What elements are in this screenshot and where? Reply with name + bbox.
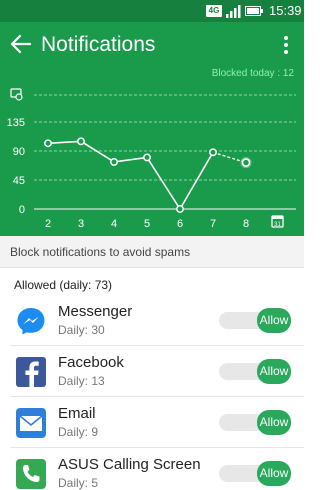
- x-tick-label: 4: [111, 218, 117, 230]
- app-row-email[interactable]: Email Daily: 9 Allow: [0, 397, 304, 448]
- x-tick-label: 7: [210, 218, 216, 230]
- messenger-icon: [17, 308, 45, 335]
- data-point: [77, 137, 85, 146]
- battery-icon: [245, 6, 263, 16]
- app-daily-count: Daily: 9: [58, 425, 99, 439]
- x-tick-label: 5: [144, 218, 150, 230]
- email-icon: [16, 408, 46, 438]
- allow-toggle[interactable]: Allow: [219, 359, 291, 384]
- banner-text: Block notifications to avoid spams: [10, 245, 191, 259]
- data-point: [110, 158, 118, 166]
- x-tick-label: 6: [177, 218, 183, 230]
- app-daily-count: Daily: 5: [58, 476, 99, 490]
- chart-series-points: [44, 137, 252, 213]
- notifications-line-chart: 04590135 2345678 31: [7, 88, 296, 230]
- allow-toggle[interactable]: Allow: [219, 410, 291, 435]
- phone-icon: [16, 459, 46, 489]
- back-arrow-icon[interactable]: [8, 31, 34, 57]
- toggle-thumb: Allow: [257, 410, 291, 435]
- network-4g-badge: 4G: [206, 5, 222, 17]
- calendar-icon[interactable]: 31: [271, 215, 284, 228]
- more-options-icon[interactable]: [283, 34, 289, 56]
- status-time: 15:39: [269, 3, 302, 18]
- toggle-thumb: Allow: [257, 461, 291, 486]
- svg-text:31: 31: [274, 222, 281, 228]
- page-title: Notifications: [41, 33, 156, 56]
- data-point: [241, 158, 251, 167]
- allow-toggle[interactable]: Allow: [219, 308, 291, 333]
- allow-toggle[interactable]: Allow: [219, 461, 291, 486]
- app-daily-count: Daily: 30: [58, 323, 105, 337]
- x-tick-label: 3: [78, 218, 84, 230]
- app-bar: Notifications: [0, 22, 304, 68]
- app-row-facebook[interactable]: Facebook Daily: 13 Allow: [0, 346, 304, 397]
- y-tick-label: 90: [13, 146, 25, 158]
- chart-x-ticks: 2 3 4 5 6 7 8: [45, 218, 249, 230]
- app-row-messenger[interactable]: Messenger Daily: 30 Allow: [0, 295, 304, 346]
- x-tick-label: 8: [243, 218, 249, 230]
- app-row-asus-calling-screen[interactable]: ASUS Calling Screen Daily: 5 Allow: [0, 448, 304, 490]
- chart-settings-icon[interactable]: [10, 88, 23, 101]
- data-point: [209, 148, 217, 157]
- y-tick-label: 45: [13, 175, 25, 187]
- app-name: Facebook: [58, 354, 124, 371]
- y-tick-label: 135: [7, 117, 25, 129]
- signal-icon: [226, 5, 241, 18]
- app-daily-count: Daily: 13: [58, 374, 105, 388]
- data-point: [44, 139, 52, 148]
- data-point: [176, 205, 184, 213]
- y-tick-label: 0: [19, 204, 25, 216]
- toggle-thumb: Allow: [257, 359, 291, 384]
- app-name: ASUS Calling Screen: [58, 456, 201, 473]
- toggle-thumb: Allow: [257, 308, 291, 333]
- chart-grid: [34, 94, 296, 210]
- app-name: Email: [58, 405, 96, 422]
- spam-banner: Block notifications to avoid spams: [0, 236, 304, 268]
- chart-area: Blocked today : 12 0 45 90 135 2345678 31: [0, 68, 304, 236]
- chart-y-ticks: 0 45 90 135: [7, 117, 25, 216]
- x-tick-label: 2: [45, 218, 51, 230]
- status-bar: 4G 15:39: [0, 0, 304, 22]
- facebook-icon: [16, 357, 46, 387]
- data-point: [143, 153, 151, 162]
- allowed-header: Allowed (daily: 73): [14, 278, 113, 292]
- app-name: Messenger: [58, 303, 133, 320]
